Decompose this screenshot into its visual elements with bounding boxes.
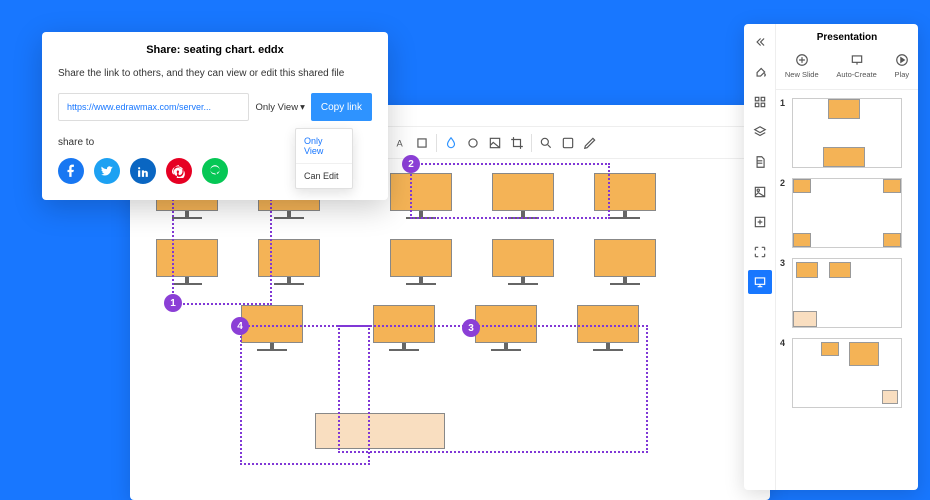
permission-dropdown: Only View Can Edit bbox=[295, 128, 353, 189]
thumb-num: 4 bbox=[780, 338, 788, 348]
share-url-input[interactable] bbox=[58, 93, 249, 121]
chevron-down-icon: ▾ bbox=[300, 102, 305, 113]
twitter-icon[interactable] bbox=[94, 158, 120, 184]
stroke-icon[interactable] bbox=[463, 133, 483, 153]
presentation-panel: Presentation New Slide Auto-Create Play … bbox=[744, 24, 918, 490]
marker-2[interactable]: 2 bbox=[402, 155, 420, 173]
desk[interactable] bbox=[594, 239, 656, 285]
share-description: Share the link to others, and they can v… bbox=[58, 68, 372, 79]
collapse-icon[interactable] bbox=[748, 30, 772, 54]
new-slide-button[interactable]: New Slide bbox=[785, 53, 819, 79]
layers-side-icon[interactable] bbox=[748, 120, 772, 144]
marker-3[interactable]: 3 bbox=[462, 319, 480, 337]
warning-icon[interactable]: A bbox=[390, 133, 410, 153]
paint-bucket-icon[interactable] bbox=[748, 60, 772, 84]
ai-icon[interactable] bbox=[558, 133, 578, 153]
image-side-icon[interactable] bbox=[748, 180, 772, 204]
thumb-num: 2 bbox=[780, 178, 788, 188]
slide-thumb[interactable] bbox=[792, 98, 902, 168]
facebook-icon[interactable] bbox=[58, 158, 84, 184]
perm-option-only-view[interactable]: Only View bbox=[296, 129, 352, 164]
grid-icon[interactable] bbox=[748, 90, 772, 114]
slide-thumb[interactable] bbox=[792, 178, 902, 248]
presentation-title: Presentation bbox=[776, 24, 918, 49]
play-button[interactable]: Play bbox=[895, 53, 910, 79]
selection-3[interactable] bbox=[338, 325, 648, 453]
export-icon[interactable] bbox=[748, 210, 772, 234]
slide-thumbnails: 1 2 3 4 bbox=[776, 90, 918, 426]
marker-4[interactable]: 4 bbox=[231, 317, 249, 335]
pinterest-icon[interactable] bbox=[166, 158, 192, 184]
page-icon[interactable] bbox=[748, 150, 772, 174]
size-icon[interactable] bbox=[412, 133, 432, 153]
linkedin-icon[interactable] bbox=[130, 158, 156, 184]
selection-2[interactable] bbox=[410, 163, 610, 219]
desk[interactable] bbox=[390, 239, 452, 285]
desk[interactable] bbox=[492, 239, 554, 285]
fill-color-icon[interactable] bbox=[441, 133, 461, 153]
image-icon[interactable] bbox=[485, 133, 505, 153]
selection-4[interactable] bbox=[240, 325, 370, 465]
focus-icon[interactable] bbox=[748, 240, 772, 264]
crop-icon[interactable] bbox=[507, 133, 527, 153]
search-icon[interactable] bbox=[536, 133, 556, 153]
diagram-canvas[interactable]: 1 2 3 4 bbox=[130, 159, 770, 479]
side-icon-rail bbox=[744, 24, 776, 490]
slide-thumb[interactable] bbox=[792, 338, 902, 408]
marker-1[interactable]: 1 bbox=[164, 294, 182, 312]
permission-select[interactable]: Only View ▾ bbox=[255, 102, 304, 113]
line-icon[interactable] bbox=[202, 158, 228, 184]
auto-create-button[interactable]: Auto-Create bbox=[836, 53, 876, 79]
share-dialog-title: Share: seating chart. eddx bbox=[58, 44, 372, 56]
svg-text:A: A bbox=[397, 138, 404, 148]
share-dialog: Share: seating chart. eddx Share the lin… bbox=[42, 32, 388, 200]
edit-icon[interactable] bbox=[580, 133, 600, 153]
slide-thumb[interactable] bbox=[792, 258, 902, 328]
thumb-num: 3 bbox=[780, 258, 788, 268]
presentation-icon[interactable] bbox=[748, 270, 772, 294]
copy-link-button[interactable]: Copy link bbox=[311, 93, 372, 121]
perm-option-can-edit[interactable]: Can Edit bbox=[296, 164, 352, 188]
thumb-num: 1 bbox=[780, 98, 788, 108]
